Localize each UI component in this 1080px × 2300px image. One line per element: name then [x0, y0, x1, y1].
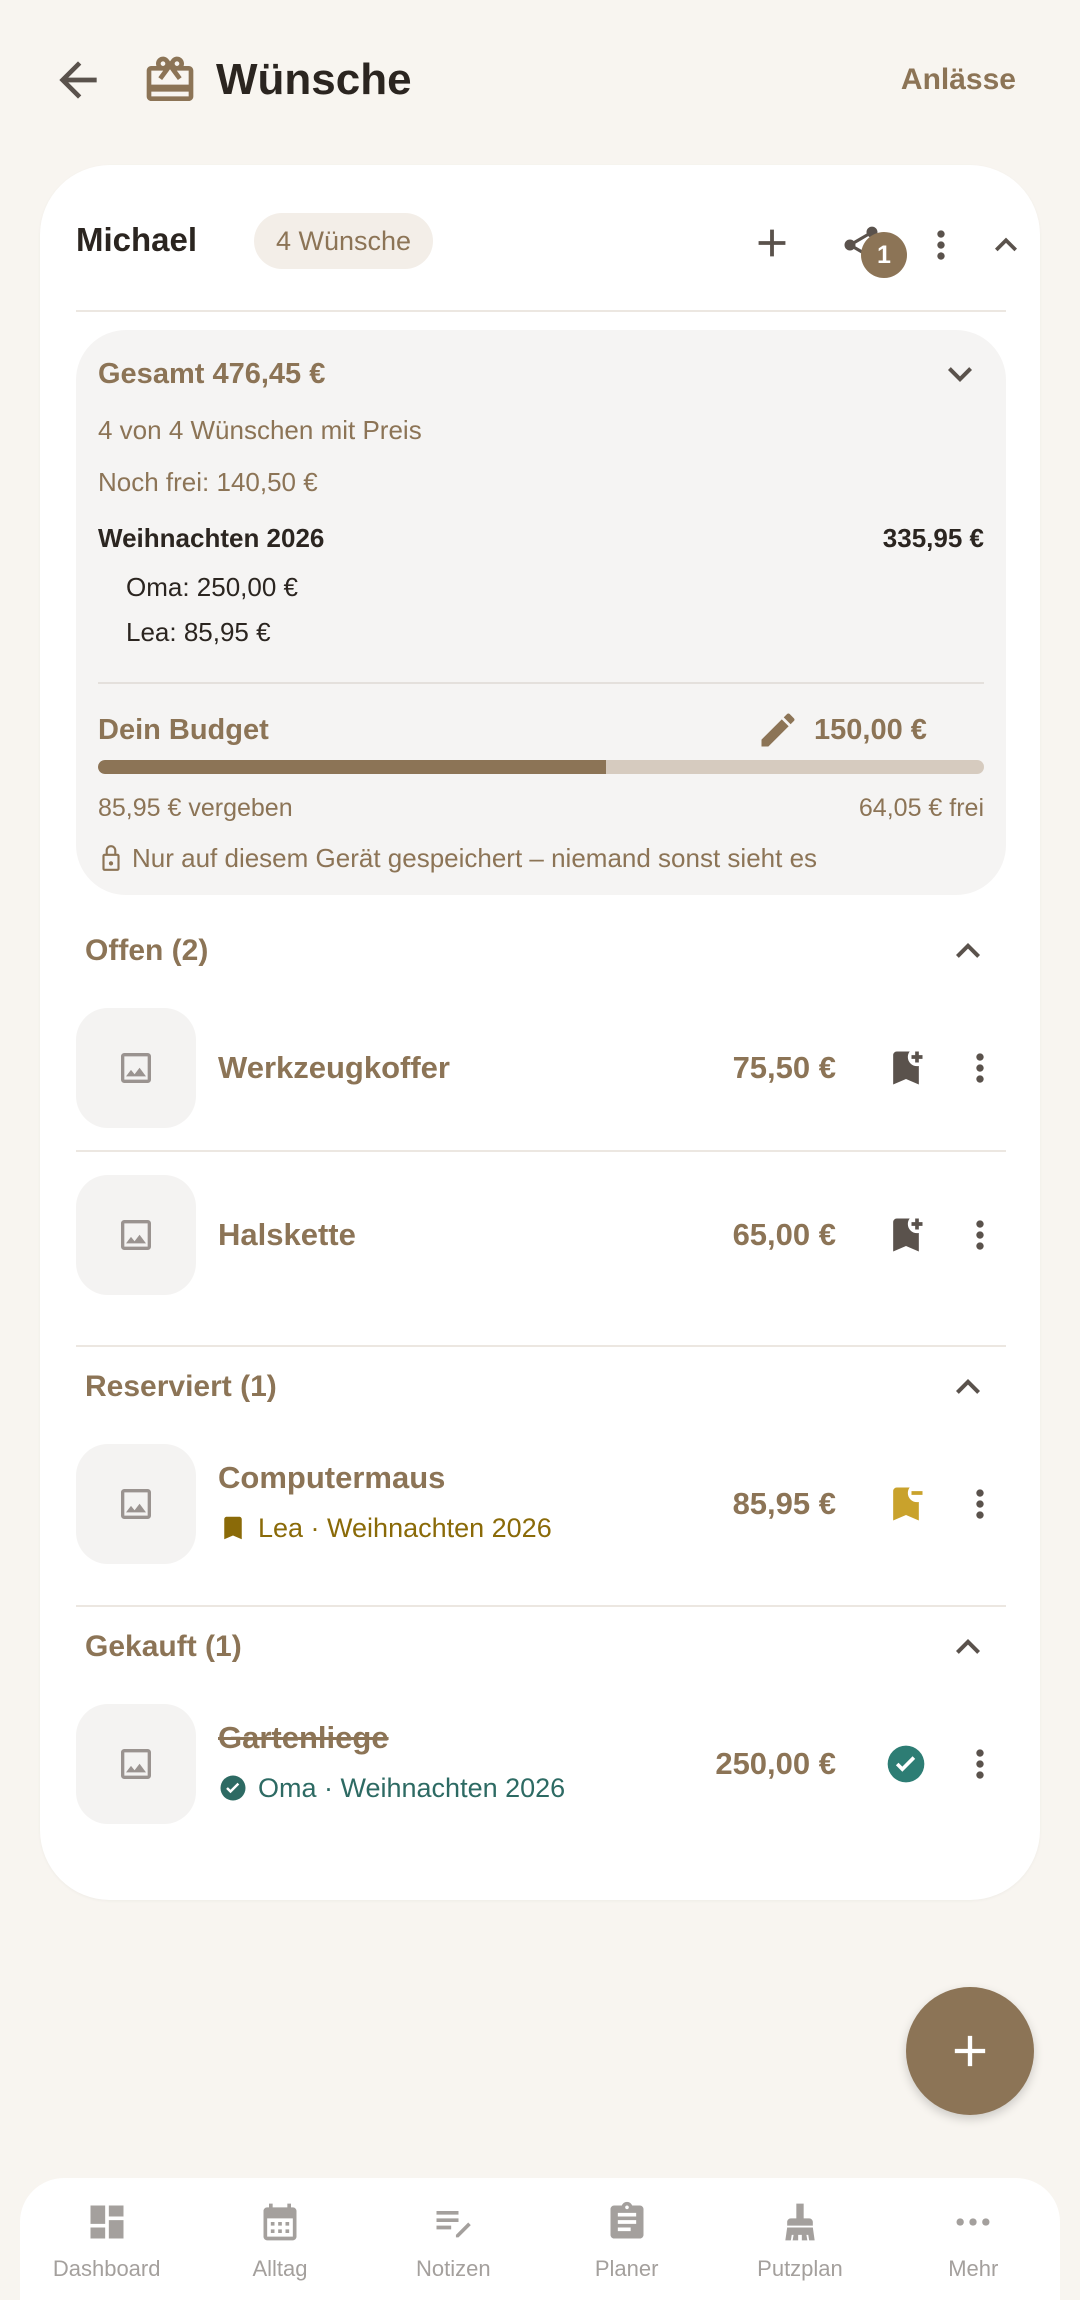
occasion-entry: Oma: 250,00 €: [126, 572, 298, 602]
occasion-amount: 335,95 €: [882, 523, 984, 553]
list-item[interactable]: Werkzeugkoffer 75,50 €: [76, 1008, 1006, 1128]
notes-icon: [429, 2198, 477, 2246]
gift-icon: [142, 52, 198, 108]
person-header: Michael 4 Wünsche 1: [76, 205, 1017, 285]
image-placeholder-icon: [76, 1175, 196, 1295]
item-name: Gartenliege: [218, 1720, 389, 1755]
more-horizontal-icon: [949, 2198, 997, 2246]
item-price: 75,50 €: [732, 1050, 836, 1085]
chevron-up-icon[interactable]: [944, 1623, 992, 1671]
nav-label: Alltag: [252, 2256, 308, 2281]
wish-count-chip: 4 Wünsche: [254, 213, 434, 269]
item-name: Halskette: [218, 1217, 356, 1252]
section-header-offen[interactable]: Offen (2): [85, 927, 208, 975]
plus-icon: [954, 2035, 986, 2067]
nav-item-planer[interactable]: Planer: [540, 2178, 713, 2300]
nav-label: Planer: [594, 2256, 659, 2281]
nav-item-dashboard[interactable]: Dashboard: [20, 2178, 193, 2300]
check-circle-icon[interactable]: [876, 1734, 936, 1794]
back-arrow-icon[interactable]: [50, 52, 106, 108]
item-price: 85,95 €: [732, 1486, 836, 1521]
add-fab-button[interactable]: [906, 1987, 1034, 2115]
divider: [76, 310, 1006, 312]
item-price: 65,00 €: [732, 1217, 836, 1252]
bottom-navigation: Dashboard Alltag Notizen Planer Putzplan…: [20, 2178, 1060, 2300]
nav-item-notizen[interactable]: Notizen: [367, 2178, 540, 2300]
purchase-text: Oma · Weihnachten 2026: [258, 1773, 566, 1803]
privacy-note: Nur auf diesem Gerät gespeichert – niema…: [132, 843, 818, 873]
top-app-bar: Wünsche Anlässe: [0, 0, 1080, 160]
bookmark-icon: [218, 1513, 248, 1543]
divider: [76, 1345, 1006, 1347]
section-header-reserviert[interactable]: Reserviert (1): [85, 1363, 277, 1411]
divider: [76, 1605, 1006, 1607]
item-name: Werkzeugkoffer: [218, 1050, 450, 1085]
broom-icon: [776, 2198, 824, 2246]
occasion-entry: Lea: 85,95 €: [126, 617, 271, 647]
with-price-text: 4 von 4 Wünschen mit Preis: [98, 415, 422, 445]
nav-item-alltag[interactable]: Alltag: [193, 2178, 366, 2300]
item-price: 250,00 €: [715, 1746, 836, 1781]
nav-label: Dashboard: [52, 2256, 161, 2281]
calendar-icon: [256, 2198, 304, 2246]
remaining-text: Noch frei: 140,50 €: [98, 467, 318, 497]
occasion-name: Weihnachten 2026: [98, 523, 325, 553]
given-amount: 85,95 € vergeben: [98, 794, 293, 822]
nav-label: Mehr: [948, 2256, 999, 2281]
add-wish-icon[interactable]: [742, 213, 802, 273]
dashboard-icon: [83, 2198, 131, 2246]
reservation-text: Lea · Weihnachten 2026: [258, 1513, 552, 1543]
lock-icon: [98, 843, 124, 873]
bookmark-remove-icon[interactable]: [876, 1474, 936, 1534]
budget-amount: 150,00 €: [814, 714, 927, 746]
collapse-chevron-up-icon[interactable]: [976, 215, 1036, 275]
check-circle-icon: [218, 1773, 248, 1803]
more-vertical-icon[interactable]: [950, 1474, 1010, 1534]
divider: [98, 682, 984, 684]
page-title: Wünsche: [216, 55, 412, 104]
budget-summary-panel: Gesamt 476,45 € 4 von 4 Wünschen mit Pre…: [76, 330, 1006, 895]
purchase-info: Oma · Weihnachten 2026: [218, 1768, 565, 1808]
budget-progress-bar: [98, 760, 984, 774]
nav-label: Notizen: [416, 2256, 491, 2281]
more-vertical-icon[interactable]: [950, 1038, 1010, 1098]
total-amount: Gesamt 476,45 €: [98, 358, 326, 390]
edit-pencil-icon[interactable]: [756, 708, 800, 752]
section-header-gekauft[interactable]: Gekauft (1): [85, 1623, 242, 1671]
more-vertical-icon[interactable]: [950, 1205, 1010, 1265]
more-vertical-icon[interactable]: [911, 215, 971, 275]
image-placeholder-icon: [76, 1704, 196, 1824]
more-vertical-icon[interactable]: [950, 1734, 1010, 1794]
chevron-up-icon[interactable]: [944, 927, 992, 975]
list-item[interactable]: Computermaus Lea · Weihnachten 2026 85,9…: [76, 1444, 1006, 1564]
list-item[interactable]: Halskette 65,00 €: [76, 1175, 1006, 1295]
clipboard-icon: [603, 2198, 651, 2246]
image-placeholder-icon: [76, 1444, 196, 1564]
free-amount: 64,05 € frei: [858, 794, 984, 822]
bookmark-add-icon[interactable]: [876, 1205, 936, 1265]
list-item[interactable]: Gartenliege Oma · Weihnachten 2026 250,0…: [76, 1704, 1006, 1824]
item-name: Computermaus: [218, 1460, 446, 1495]
share-count-badge: 1: [861, 232, 907, 278]
budget-label: Dein Budget: [98, 714, 269, 746]
person-card: Michael 4 Wünsche 1 Gesamt 476,45 € 4 vo…: [40, 165, 1040, 1900]
image-placeholder-icon: [76, 1008, 196, 1128]
anlaesse-button[interactable]: Anlässe: [901, 56, 1016, 104]
nav-item-mehr[interactable]: Mehr: [887, 2178, 1060, 2300]
bookmark-add-icon[interactable]: [876, 1038, 936, 1098]
person-name: Michael: [76, 221, 198, 258]
divider: [76, 1150, 1006, 1152]
chevron-down-icon[interactable]: [936, 350, 984, 398]
nav-label: Putzplan: [757, 2256, 843, 2281]
nav-item-putzplan[interactable]: Putzplan: [713, 2178, 886, 2300]
budget-progress-fill: [98, 760, 606, 774]
reservation-info: Lea · Weihnachten 2026: [218, 1508, 552, 1548]
chevron-up-icon[interactable]: [944, 1363, 992, 1411]
